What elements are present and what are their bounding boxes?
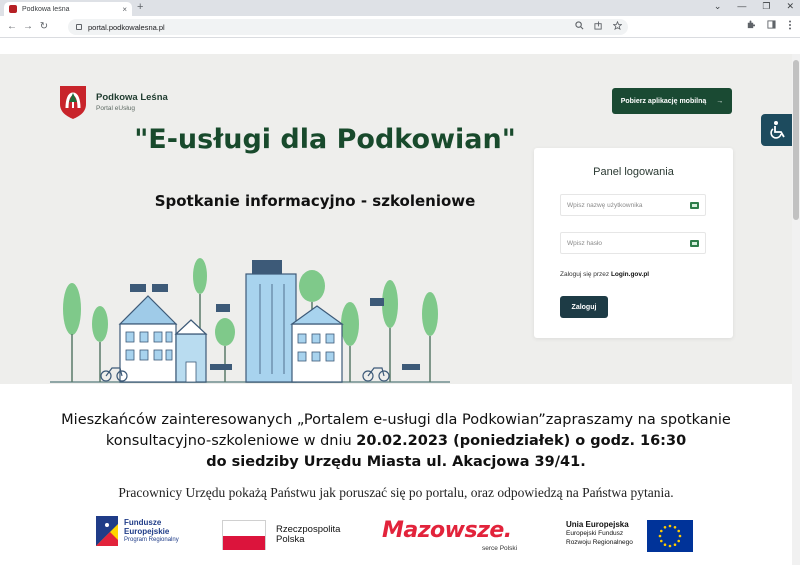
login-title: Panel logowania <box>593 166 674 178</box>
mobile-app-label: Pobierz aplikację mobilną <box>620 97 707 105</box>
mazowsze-sub: serce Polski <box>482 545 518 552</box>
eu-flag-icon <box>646 520 693 552</box>
info-text: Pracownicy Urzędu pokażą Państwu jak por… <box>118 485 674 500</box>
keyboard-icon[interactable] <box>690 201 699 209</box>
username-field[interactable]: Wpisz nazwę użytkownika <box>560 194 706 216</box>
site-logo[interactable]: Podkowa Leśna Portal eUsług <box>58 84 168 120</box>
arrow-right-icon: → <box>716 97 724 105</box>
fe-line-1: Fundusze <box>124 517 162 527</box>
tab-title: Podkowa leśna <box>22 5 70 13</box>
back-arrow-icon[interactable]: ← <box>4 21 20 32</box>
ue-line-3: Rozwoju Regionalnego <box>566 539 633 546</box>
tab-search-icon[interactable]: ⌄ <box>714 1 722 12</box>
footer-logos: Fundusze Europejskie Program Regionalny … <box>0 514 792 556</box>
crest-icon <box>60 86 86 119</box>
window-controls: ⌄ — ❐ ✕ <box>714 1 794 12</box>
accessibility-button[interactable] <box>761 114 792 146</box>
wheelchair-icon <box>769 121 785 139</box>
announcement-line-2-prefix: konsultacyjno-szkoleniowe w dniu <box>105 433 357 449</box>
forward-arrow-icon[interactable]: → <box>20 21 36 32</box>
share-icon[interactable] <box>594 21 603 30</box>
eu-logo: Unia Europejska Europejski Fundusz Rozwo… <box>566 520 693 552</box>
browser-toolbar: ← → ↻ portal.podkowalesna.pl <box>0 16 800 38</box>
zoom-icon[interactable] <box>575 21 584 30</box>
scrollbar-thumb[interactable] <box>793 60 799 220</box>
mobile-app-button[interactable]: Pobierz aplikację mobilną → <box>612 88 732 114</box>
announcement-line-3: do siedziby Urzędu Miasta ul. Akacjowa 3… <box>0 452 792 473</box>
username-placeholder: Wpisz nazwę użytkownika <box>567 201 643 209</box>
announcement-address: do siedziby Urzędu Miasta ul. Akacjowa 3… <box>206 454 586 470</box>
keyboard-icon[interactable] <box>690 239 699 247</box>
hero-section: Podkowa Leśna Portal eUsług Pobierz apli… <box>0 54 792 384</box>
login-gov-row: Zaloguj się przez Login.gov.pl <box>560 271 649 278</box>
login-panel: Panel logowania Wpisz nazwę użytkownika … <box>534 148 733 338</box>
fe-line-3: Program Regionalny <box>124 536 179 543</box>
minimize-icon[interactable]: — <box>737 1 746 12</box>
favicon-icon <box>9 5 17 13</box>
side-panel-icon[interactable] <box>767 20 776 29</box>
url-text: portal.podkowalesna.pl <box>88 22 165 32</box>
browser-tab-bar: Podkowa leśna × + ⌄ — ❐ ✕ <box>0 0 800 16</box>
page-scrollbar[interactable] <box>792 54 800 565</box>
browser-tab[interactable]: Podkowa leśna × <box>4 2 132 16</box>
extensions-icon[interactable] <box>746 20 755 29</box>
fe-line-2: Europejskie <box>124 526 170 536</box>
announcement: Mieszkańców zainteresowanych „Portalem e… <box>0 410 792 473</box>
bookmark-star-icon[interactable] <box>613 21 622 30</box>
announcement-line-2: konsultacyjno-szkoleniowe w dniu 20.02.2… <box>0 431 792 452</box>
polish-flag-icon <box>222 520 266 550</box>
new-tab-icon[interactable]: + <box>137 1 143 13</box>
login-gov-link[interactable]: Login.gov.pl <box>611 271 649 278</box>
announcement-line-1: Mieszkańców zainteresowanych „Portalem e… <box>61 412 731 428</box>
fundusze-icon <box>96 516 118 546</box>
tab-close-icon[interactable]: × <box>122 5 127 14</box>
city-illustration <box>50 258 450 383</box>
password-field[interactable]: Wpisz hasło <box>560 232 706 254</box>
rp-line-2: Polska <box>276 534 305 545</box>
ue-line-2: Europejski Fundusz <box>566 530 624 537</box>
login-button[interactable]: Zaloguj <box>560 296 608 318</box>
restore-icon[interactable]: ❐ <box>762 1 770 12</box>
close-window-icon[interactable]: ✕ <box>786 1 794 12</box>
announcement-date: 20.02.2023 (poniedziałek) o godz. 16:30 <box>356 433 687 449</box>
logo-title: Podkowa Leśna <box>96 92 168 103</box>
address-bar[interactable]: portal.podkowalesna.pl <box>68 19 628 35</box>
mazowsze-word: Mazowsze. <box>382 518 512 543</box>
lock-icon[interactable] <box>76 24 82 30</box>
reload-icon[interactable]: ↻ <box>36 21 52 32</box>
fundusze-logo: Fundusze Europejskie Program Regionalny <box>96 516 179 546</box>
page-top-spacer <box>0 38 800 54</box>
ue-line-1: Unia Europejska <box>566 520 629 529</box>
rzeczpospolita-logo: Rzeczpospolita Polska <box>222 520 340 550</box>
login-gov-prefix: Zaloguj się przez <box>560 271 610 278</box>
password-placeholder: Wpisz hasło <box>567 239 603 247</box>
mazowsze-logo: Mazowsze. serce Polski <box>382 518 517 552</box>
logo-subtitle: Portal eUsług <box>96 105 136 112</box>
menu-dots-icon[interactable] <box>788 20 792 30</box>
